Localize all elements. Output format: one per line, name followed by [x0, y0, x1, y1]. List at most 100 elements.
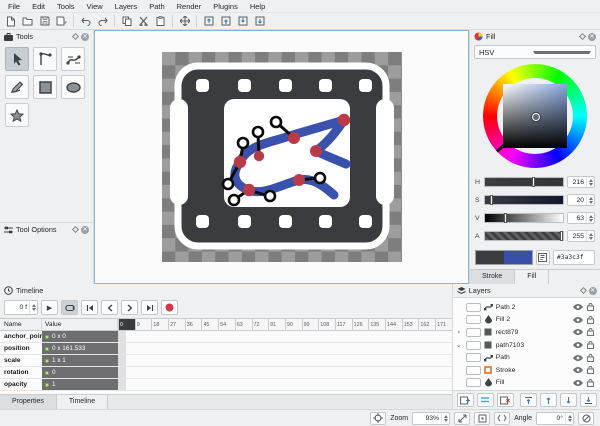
keyframe-indicator[interactable] [45, 335, 49, 339]
column-header-name[interactable]: Name [0, 319, 42, 330]
layer-row-fill[interactable]: Fill [453, 377, 600, 390]
property-row-opacity[interactable]: opacity 1 [0, 379, 452, 391]
duplicate-layer-button[interactable] [477, 393, 494, 407]
layer-lower-icon[interactable] [235, 14, 250, 28]
property-row-position[interactable]: position 0 x 161.533 [0, 343, 452, 355]
timeline-track[interactable] [118, 331, 452, 342]
tab-properties[interactable]: Properties [0, 395, 57, 409]
lock-icon[interactable] [586, 366, 596, 374]
visibility-eye-icon[interactable] [573, 367, 583, 373]
menu-plugins[interactable]: Plugins [207, 0, 244, 12]
save-as-icon[interactable] [54, 14, 69, 28]
layer-checkbox[interactable] [466, 315, 481, 324]
draw-bezier-tool-button[interactable] [61, 47, 85, 71]
color-space-select[interactable]: HSV [474, 45, 596, 59]
layer-raise-icon[interactable] [218, 14, 233, 28]
property-row-scale[interactable]: scale 1 x 1 [0, 355, 452, 367]
freehand-tool-button[interactable] [5, 75, 29, 99]
visibility-eye-icon[interactable] [573, 329, 583, 335]
value-slider[interactable] [484, 213, 564, 223]
layer-row-stroke[interactable]: Stroke [453, 364, 600, 377]
float-panel-icon[interactable] [72, 33, 79, 40]
lock-icon[interactable] [586, 379, 596, 387]
menu-help[interactable]: Help [244, 0, 271, 12]
alpha-slider[interactable] [484, 231, 564, 241]
layer-raise-top-icon[interactable] [201, 14, 216, 28]
rectangle-tool-button[interactable] [33, 75, 57, 99]
menu-path[interactable]: Path [143, 0, 170, 12]
visibility-eye-icon[interactable] [573, 355, 583, 361]
timeline-track[interactable] [118, 367, 452, 378]
lock-icon[interactable] [586, 354, 596, 362]
float-panel-icon[interactable] [72, 226, 79, 233]
delete-layer-button[interactable] [497, 393, 514, 407]
tab-stroke[interactable]: Stroke [470, 270, 515, 284]
ellipse-tool-button[interactable] [61, 75, 85, 99]
hue-slider[interactable] [484, 177, 564, 187]
lower-to-bottom-button[interactable] [580, 393, 597, 407]
layer-row-path7103[interactable]: ⌄ path7103 [453, 339, 600, 352]
previous-frame-button[interactable] [101, 300, 118, 315]
transform-move-icon[interactable] [177, 14, 192, 28]
sv-cursor[interactable] [532, 113, 540, 121]
value-spinbox[interactable]: 63 [567, 212, 595, 224]
alpha-spinbox[interactable]: 255 [567, 230, 595, 242]
close-panel-icon[interactable]: ✕ [588, 33, 596, 41]
raise-to-top-button[interactable] [520, 393, 537, 407]
lower-button[interactable] [560, 393, 577, 407]
go-first-frame-button[interactable] [81, 300, 98, 315]
select-tool-button[interactable] [5, 47, 29, 71]
edit-nodes-tool-button[interactable] [33, 47, 57, 71]
close-panel-icon[interactable]: ✕ [81, 226, 89, 234]
menu-edit[interactable]: Edit [26, 0, 51, 12]
float-panel-icon[interactable] [580, 287, 587, 294]
zoom-spinbox[interactable]: 93% [412, 412, 450, 425]
layer-checkbox[interactable] [466, 303, 481, 312]
next-frame-button[interactable] [121, 300, 138, 315]
column-header-value[interactable]: Value [42, 319, 118, 330]
layer-checkbox[interactable] [466, 353, 481, 362]
layer-checkbox[interactable] [466, 366, 481, 375]
open-icon[interactable] [20, 14, 35, 28]
lock-icon[interactable] [586, 341, 596, 349]
undo-icon[interactable] [78, 14, 93, 28]
hue-spinbox[interactable]: 216 [567, 176, 595, 188]
record-button[interactable] [161, 300, 178, 315]
tab-fill[interactable]: Fill [515, 270, 549, 284]
play-button[interactable]: ▶ [41, 300, 58, 315]
layer-lower-bottom-icon[interactable] [252, 14, 267, 28]
close-panel-icon[interactable]: ✕ [81, 33, 89, 41]
tab-timeline[interactable]: Timeline [57, 395, 108, 409]
menu-view[interactable]: View [81, 0, 109, 12]
keyframe-indicator[interactable] [45, 371, 49, 375]
zoom-fit-icon[interactable] [454, 412, 470, 425]
visibility-eye-icon[interactable] [573, 342, 583, 348]
canvas[interactable] [94, 30, 469, 284]
save-icon[interactable] [37, 14, 52, 28]
menu-file[interactable]: File [2, 0, 26, 12]
expander-expanded[interactable]: ⌄ [455, 341, 463, 349]
timeline-track[interactable] [118, 355, 452, 366]
new-document-icon[interactable] [3, 14, 18, 28]
menu-layers[interactable]: Layers [109, 0, 144, 12]
menu-tools[interactable]: Tools [51, 0, 81, 12]
go-last-frame-button[interactable] [141, 300, 158, 315]
layer-checkbox[interactable] [466, 341, 481, 350]
float-panel-icon[interactable] [579, 33, 586, 40]
layer-row-rect879[interactable]: › rect879 [453, 326, 600, 339]
timeline-track[interactable] [118, 343, 452, 354]
crosshair-icon[interactable] [370, 412, 386, 425]
visibility-eye-icon[interactable] [573, 380, 583, 386]
copy-icon[interactable] [119, 14, 134, 28]
cut-icon[interactable] [136, 14, 151, 28]
color-wheel[interactable] [483, 64, 587, 168]
frame-spinbox[interactable]: 0 f [4, 300, 38, 315]
frame-ruler[interactable]: 0918273645546372819099108117126135144153… [118, 319, 452, 330]
expand-view-icon[interactable] [494, 412, 510, 425]
visibility-eye-icon[interactable] [573, 317, 583, 323]
loop-button[interactable] [61, 300, 78, 315]
saturation-spinbox[interactable]: 20 [567, 194, 595, 206]
reset-rotation-icon[interactable] [578, 412, 594, 425]
menu-render[interactable]: Render [171, 0, 208, 12]
visibility-eye-icon[interactable] [573, 304, 583, 310]
